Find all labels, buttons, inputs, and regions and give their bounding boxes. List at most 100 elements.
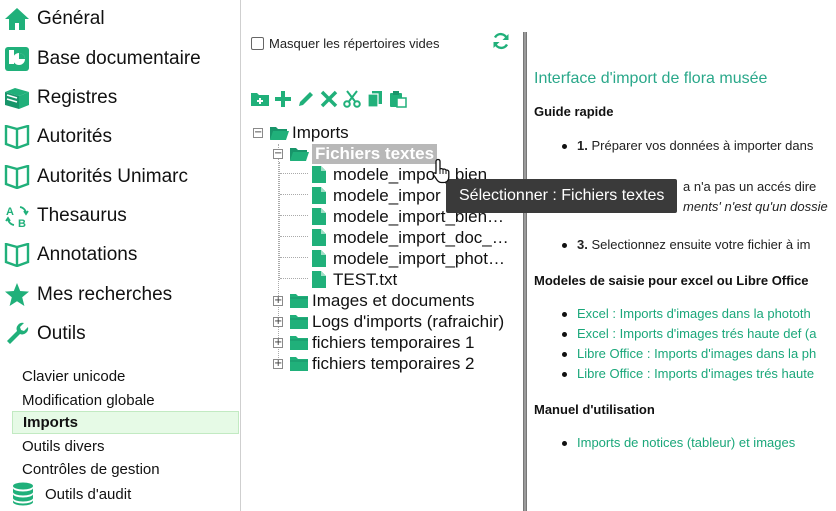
nav-item-thesaurus[interactable]: AB Thesaurus [0, 200, 240, 232]
tree-node-label[interactable]: Imports [292, 123, 349, 143]
sub-item-modification-globale[interactable]: Modification globale [12, 389, 239, 412]
tree-connector [280, 257, 308, 258]
collapse-toggle[interactable]: − [253, 127, 263, 138]
expand-toggle[interactable]: + [273, 316, 283, 327]
file-icon [312, 250, 326, 267]
tree-connector [280, 215, 308, 216]
nav-item-autorites-unimarc[interactable]: Autorités Unimarc [0, 161, 240, 193]
guide-heading: Guide rapide [534, 104, 614, 119]
nav-item-label: Registres [37, 87, 118, 108]
sub-item-controles-de-gestion[interactable]: Contrôles de gestion [12, 458, 239, 481]
tree-node-fichiers-textes: − Fichiers textes [273, 143, 438, 164]
svg-text:B: B [18, 218, 26, 229]
new-folder-icon[interactable] [250, 89, 270, 109]
nav-item-label: Outils [37, 323, 86, 344]
model-link[interactable]: Excel : Imports d'images dans la phototh [577, 306, 811, 321]
tree-node-imports: − Imports [253, 122, 349, 143]
thesaurus-icon: AB [2, 201, 32, 231]
tree-node-label[interactable]: fichiers temporaires 2 [312, 354, 475, 374]
model-link[interactable]: Libre Office : Imports d'images trés hau… [577, 366, 814, 381]
nav-item-label: Autorités Unimarc [37, 166, 188, 187]
folder-icon [289, 356, 309, 372]
paste-icon[interactable] [388, 89, 408, 109]
nav-item-general[interactable]: Général [0, 3, 240, 35]
delete-icon[interactable] [319, 89, 339, 109]
database-icon [11, 479, 35, 509]
file-icon [312, 187, 326, 204]
nav-item-label: Mes recherches [37, 284, 173, 305]
nav-item-base-documentaire[interactable]: Base documentaire [0, 43, 240, 75]
tree-node-label[interactable]: Logs d'imports (rafraichir) [312, 312, 504, 332]
nav-item-mes-recherches[interactable]: Mes recherches [0, 279, 240, 311]
step-number: 3. [577, 237, 588, 252]
expand-toggle[interactable]: + [273, 295, 283, 306]
tree-file: TEST.txt [312, 269, 397, 290]
tree-node-label[interactable]: Images et documents [312, 291, 475, 311]
tree-file: modele_import_phot… [312, 248, 505, 269]
nav-item-label: Base documentaire [37, 48, 201, 69]
model-link[interactable]: Excel : Imports d'images trés haute def … [577, 326, 816, 341]
home-icon [2, 4, 32, 34]
tree-node-label[interactable]: Fichiers textes [312, 143, 438, 164]
model-link[interactable]: Libre Office : Imports d'images dans la … [577, 346, 816, 361]
folder-icon [289, 335, 309, 351]
tree-node-logs-imports: + Logs d'imports (rafraichir) [273, 311, 504, 332]
sub-item-imports[interactable]: Imports [12, 411, 239, 434]
book-icon [2, 122, 32, 152]
folder-icon [289, 293, 309, 309]
bullet [562, 312, 567, 318]
bullet [562, 332, 567, 338]
document-base-icon [2, 44, 32, 74]
collapse-toggle[interactable]: − [273, 148, 283, 159]
sub-item-clavier-unicode[interactable]: Clavier unicode [12, 365, 239, 388]
tree-node-fichiers-temporaires-2: + fichiers temporaires 2 [273, 353, 475, 374]
book-icon [2, 240, 32, 270]
sidebar: Général Base documentaire Registres Auto… [0, 0, 241, 511]
expand-toggle[interactable]: + [273, 358, 283, 369]
copy-icon[interactable] [365, 89, 385, 109]
nav-item-label: Outils d'audit [45, 485, 132, 503]
tree-file-label[interactable]: modele_import_phot… [333, 249, 505, 269]
nav-item-autorites[interactable]: Autorités [0, 121, 240, 153]
add-icon[interactable] [273, 89, 293, 109]
tree-toolbar [250, 88, 408, 110]
file-icon [312, 271, 326, 288]
tree-file-label[interactable]: modele_impor [333, 186, 441, 206]
step-number: 1. [577, 138, 588, 153]
step-text: Préparer vos données à importer dans [591, 138, 814, 153]
wrench-icon [2, 319, 32, 349]
model-link-item: Excel : Imports d'images dans la phototh [562, 306, 811, 321]
expand-toggle[interactable]: + [273, 337, 283, 348]
file-icon [312, 166, 326, 183]
nav-item-registres[interactable]: Registres [0, 82, 240, 114]
tree-file: modele_impor [312, 185, 441, 206]
manual-link[interactable]: Imports de notices (tableur) et images [577, 435, 795, 450]
bullet [562, 352, 567, 358]
tree-file: modele_import_doc_… [312, 227, 509, 248]
cut-icon[interactable] [342, 89, 362, 109]
tree-node-label[interactable]: fichiers temporaires 1 [312, 333, 475, 353]
sub-item-outils-audit[interactable]: Outils d'audit [0, 480, 240, 508]
tree-file-label[interactable]: modele_import_doc_… [333, 228, 509, 248]
nav-item-annotations[interactable]: Annotations [0, 239, 240, 271]
tree-file-label[interactable]: TEST.txt [333, 270, 397, 290]
hide-empty-checkbox[interactable]: Masquer les répertoires vides [251, 36, 440, 51]
tree-connector [280, 173, 308, 174]
help-title: Interface d'import de flora musée [534, 70, 768, 87]
file-icon [312, 208, 326, 225]
tree-node-fichiers-temporaires-1: + fichiers temporaires 1 [273, 332, 475, 353]
bullet [562, 372, 567, 378]
bullet [562, 144, 567, 150]
nav-item-outils[interactable]: Outils [0, 318, 240, 350]
refresh-icon[interactable] [492, 32, 512, 52]
tree-connector [280, 278, 308, 279]
folder-open-icon [269, 125, 289, 141]
sub-item-outils-divers[interactable]: Outils divers [12, 435, 239, 458]
checkbox-box[interactable] [251, 37, 264, 50]
step-3: 3. Selectionnez ensuite votre fichier à … [562, 237, 810, 252]
manual-heading: Manuel d'utilisation [534, 402, 655, 417]
folder-icon [289, 314, 309, 330]
edit-icon[interactable] [296, 89, 316, 109]
book-icon [2, 162, 32, 192]
models-heading: Modeles de saisie pour excel ou Libre Of… [534, 273, 809, 288]
